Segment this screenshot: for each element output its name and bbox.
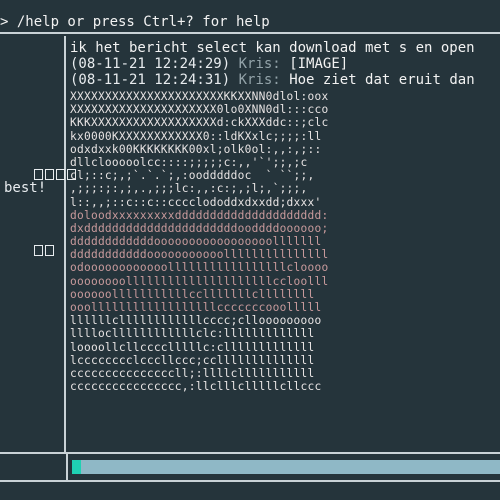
chat-message: (08-11-21 12:24:29) Kris: [IMAGE] (70, 56, 500, 72)
ascii-row: odxdxxk00KKKKKKKK00xl;olk0ol:,,:,;:: (70, 142, 322, 156)
ascii-row: lcccccccclcccllccc;ccllllllllllllll (70, 353, 315, 367)
chat-message: (08-11-21 12:24:31) Kris: Hoe ziet dat e… (70, 72, 500, 88)
ascii-row: doloodxxxxxxxxxddddddddddddddddddddd: (70, 208, 329, 222)
ascii-row: loooollcllcccclllllc:clllllllllllll (70, 340, 315, 354)
message-text[interactable]: [IMAGE] (289, 56, 348, 72)
sidebar-status-text: best! (4, 180, 47, 196)
chat-message: ik het bericht select kan download met s… (70, 40, 500, 56)
input-separator (66, 454, 68, 480)
ascii-row: ooollllllllllllllllllcccccccooolllll (70, 301, 322, 314)
chat-message-area[interactable]: ik het bericht select kan download met s… (70, 40, 500, 450)
ascii-row: cccccccccccccccll;:llllclllllllllll (70, 366, 315, 380)
unknown-glyph-icon (33, 244, 43, 256)
unknown-glyph-icon (44, 168, 54, 180)
progress-bar (72, 460, 500, 474)
ascii-row: XXXXXXXXXXXXXXXXXXXXXXKKXXNN0dlol:oox (70, 90, 329, 103)
ascii-image-preview: XXXXXXXXXXXXXXXXXXXXXXKKXXNN0dlol:oox XXX… (70, 90, 500, 393)
ascii-row: dllclooooolcc::::;;;;;c:,,'`';;,;c (70, 155, 308, 169)
ascii-row: oooooooolllllllllllllllllllllccloolll (70, 274, 329, 288)
ascii-row: XXXXXXXXXXXXXXXXXXXXX0lo0XNN0dl:::cco (70, 103, 329, 117)
sidebar-small-boxes (0, 226, 56, 274)
command-hint-bar: > /help or press Ctrl+? for help (0, 0, 500, 34)
ascii-row: kx0000KXXXXXXXXXXXX0::ldKXxlc;;;;:ll (70, 129, 322, 143)
progress-fill (72, 460, 81, 474)
message-timestamp: (08-11-21 12:24:29) (70, 56, 231, 72)
ascii-row: KKKXXXXXXXXXXXXXXXXXXd:ckXXXddc::;clc (70, 116, 329, 130)
bottom-divider (0, 480, 500, 482)
unknown-glyph-icon (44, 244, 54, 256)
unknown-glyph-icon (33, 168, 43, 180)
ascii-row: dddddddddddooooooooooolllllllllllllll (70, 248, 329, 262)
message-text: Hoe ziet dat eruit dan (289, 72, 475, 88)
ascii-row: cl;::c;,;`.`.`;,:oodddddoc ` ``;;, (70, 169, 315, 183)
ascii-row: ,;;;:;:,;,.,;;;lc:,,:c:;,;l;,`;;;, (70, 182, 308, 196)
message-author: Kris: (238, 56, 281, 72)
ascii-row: cccccccccccccccc,:llclllclllllcllccc (70, 380, 322, 394)
sidebar-panel[interactable]: best! (0, 36, 76, 452)
ascii-row: odoooooooooooolllllllllllllllllcloooo (70, 261, 329, 275)
unknown-glyph-icon (55, 168, 65, 180)
message-text: ik het bericht select kan download met s… (70, 40, 475, 56)
ascii-row: oooooolllllllllllcclllllllcllllllll (70, 287, 315, 301)
ascii-row: llllllcllllllllllllcccc;cllooooooooo (70, 314, 322, 328)
ascii-row: ddddddddddddooooooooooooooooolllllll (70, 235, 322, 249)
ascii-row: l::,,;::c::c::cccclododdxdxxdd;dxxx' (70, 195, 322, 209)
message-author: Kris: (238, 72, 281, 88)
ascii-row: dxddddddddddddddddddddddooddddoooooo; (70, 221, 329, 235)
help-hint: > /help or press Ctrl+? for help (0, 14, 270, 30)
message-timestamp: (08-11-21 12:24:31) (70, 72, 231, 88)
ascii-row: llllocllllllllllllclc:lllllllllllll (70, 327, 315, 341)
